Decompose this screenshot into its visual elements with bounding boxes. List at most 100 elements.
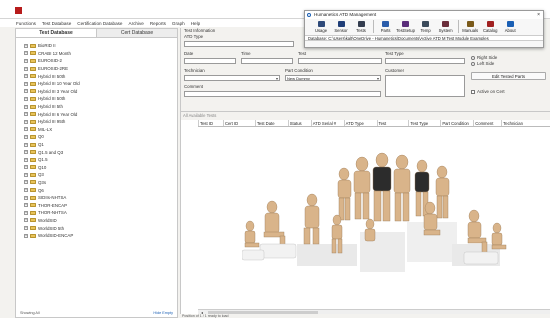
expand-icon[interactable]: + (24, 157, 28, 162)
atd-type-field[interactable] (184, 41, 294, 47)
tree-item[interactable]: + THOR-NHTSA (16, 209, 177, 217)
toolbar-about-button[interactable]: About (500, 19, 520, 35)
toolbar-parts-button[interactable]: Parts (376, 19, 396, 35)
menu-item-test-database[interactable]: Test Database (42, 21, 71, 26)
tree-item-label: Q1 (38, 142, 44, 148)
expand-icon[interactable]: + (24, 74, 28, 79)
tree-item[interactable]: + Q6 (16, 186, 177, 194)
close-icon[interactable]: × (537, 11, 540, 19)
menu-item-functions[interactable]: Functions (16, 21, 36, 26)
active-on-cert-checkbox[interactable] (471, 90, 475, 94)
expand-icon[interactable]: + (24, 104, 28, 109)
customer-field[interactable] (385, 75, 465, 97)
right-side-radio[interactable] (471, 56, 475, 60)
tree-item[interactable]: + Hybrid III 50th (16, 95, 177, 103)
tab-test-database[interactable]: Test Database (16, 29, 97, 37)
tree-item[interactable]: + CRABI 12 Month (16, 50, 177, 58)
tree-item[interactable]: + SIDIIs-NHTSA (16, 194, 177, 202)
column-header[interactable]: Test Date (254, 120, 288, 126)
tree-item[interactable]: + EUROSID-2 (16, 57, 177, 65)
toolbar-usage-button[interactable]: Usage (311, 19, 331, 35)
tree-item[interactable]: + Hybrid III 6 Year Old (16, 110, 177, 118)
column-header[interactable]: Technician (501, 120, 550, 126)
tree-item[interactable]: + WorldSID (16, 217, 177, 225)
menu-item-help[interactable]: Help (191, 21, 200, 26)
toolbar-testsetup-button[interactable]: TestSetup (396, 19, 416, 35)
tree-item[interactable]: + THOR-ENCAP (16, 201, 177, 209)
expand-icon[interactable]: + (24, 66, 28, 71)
tree-item[interactable]: + Hybrid III 50th (16, 72, 177, 80)
tree-item[interactable]: + Q0 (16, 133, 177, 141)
tree-item[interactable]: + BioRID II (16, 42, 177, 50)
expand-icon[interactable]: + (24, 210, 28, 215)
expand-icon[interactable]: + (24, 134, 28, 139)
menu-item-archive[interactable]: Archive (129, 21, 144, 26)
test-field[interactable] (298, 58, 382, 64)
expand-icon[interactable]: + (24, 127, 28, 132)
expand-icon[interactable]: + (24, 172, 28, 177)
tree-item[interactable]: + WorldSID-ENCAP (16, 232, 177, 240)
expand-icon[interactable]: + (24, 203, 28, 208)
technician-dropdown[interactable] (184, 75, 280, 81)
column-header[interactable]: Status (287, 120, 311, 126)
time-field[interactable] (241, 58, 293, 64)
expand-icon[interactable]: + (24, 180, 28, 185)
column-header[interactable]: Test Type (408, 120, 440, 126)
menu-item-reports[interactable]: Reports (150, 21, 166, 26)
expand-icon[interactable]: + (24, 58, 28, 63)
menu-item-certification-database[interactable]: Certification Database (77, 21, 122, 26)
tree-item[interactable]: + Hybrid III 95th (16, 118, 177, 126)
expand-icon[interactable]: + (24, 43, 28, 48)
column-header[interactable]: ATD Type (343, 120, 377, 126)
expand-icon[interactable]: + (24, 89, 28, 94)
atd-type-label: ATD Type (184, 34, 204, 39)
column-header[interactable]: Cert ID (222, 120, 255, 126)
toolbar-manuals-button[interactable]: Manuals (460, 19, 480, 35)
column-header[interactable]: ATD Serial # (310, 120, 344, 126)
test-type-field[interactable] (385, 58, 465, 64)
expand-icon[interactable]: + (24, 226, 28, 231)
toolbar-system-button[interactable]: System (436, 19, 456, 35)
expand-icon[interactable]: + (24, 142, 28, 147)
toolbar-sensor-button[interactable]: Sensor (331, 19, 351, 35)
expand-icon[interactable]: + (24, 96, 28, 101)
expand-icon[interactable]: + (24, 150, 28, 155)
tree-item[interactable]: + Q1.5 and Q3 (16, 148, 177, 156)
left-side-radio[interactable] (471, 62, 475, 66)
expand-icon[interactable]: + (24, 112, 28, 117)
menu-item-graph[interactable]: Graph (172, 21, 185, 26)
column-header[interactable]: Comment (473, 120, 501, 126)
tree-item[interactable]: + EUROSID-2RE (16, 65, 177, 73)
toolbar-temp-button[interactable]: Temp (416, 19, 436, 35)
column-header[interactable]: Part Condition (440, 120, 473, 126)
expand-icon[interactable]: + (24, 119, 28, 124)
tree-item[interactable]: + Q3 (16, 171, 177, 179)
toolbar-tests-button[interactable]: Tests (351, 19, 371, 35)
expand-icon[interactable]: + (24, 195, 28, 200)
tree-item[interactable]: + WorldSID 5th (16, 224, 177, 232)
expand-icon[interactable]: + (24, 218, 28, 223)
expand-icon[interactable]: + (24, 51, 28, 56)
tree-item[interactable]: + Q1 (16, 141, 177, 149)
date-field[interactable] (184, 58, 236, 64)
toolbar-catalog-button[interactable]: Catalog (480, 19, 500, 35)
tab-cert-database[interactable]: Cert Database (97, 29, 177, 37)
column-header[interactable]: Test ID (198, 120, 223, 126)
expand-icon[interactable]: + (24, 165, 28, 170)
tree-item[interactable]: + Q1.5 (16, 156, 177, 164)
edit-tested-parts-button[interactable]: Edit Tested Parts (471, 72, 546, 80)
tree-item-label: Hybrid III 50th (38, 73, 66, 79)
tree-item[interactable]: + Q10 (16, 164, 177, 172)
tree-item[interactable]: + Hybrid III 5th (16, 103, 177, 111)
hide-empty-link[interactable]: Hide Empty (153, 311, 173, 317)
expand-icon[interactable]: + (24, 233, 28, 238)
part-condition-dropdown[interactable]: New Dummy (285, 75, 381, 81)
tree-item[interactable]: + Hybrid III 3 Year Old (16, 88, 177, 96)
comment-field[interactable] (184, 91, 381, 97)
tree-item[interactable]: + MIL-LX (16, 126, 177, 134)
expand-icon[interactable]: + (24, 81, 28, 86)
column-header[interactable]: Test (376, 120, 409, 126)
expand-icon[interactable]: + (24, 188, 28, 193)
tree-item[interactable]: + Q3s (16, 179, 177, 187)
tree-item[interactable]: + Hybrid III 10 Year Old (16, 80, 177, 88)
